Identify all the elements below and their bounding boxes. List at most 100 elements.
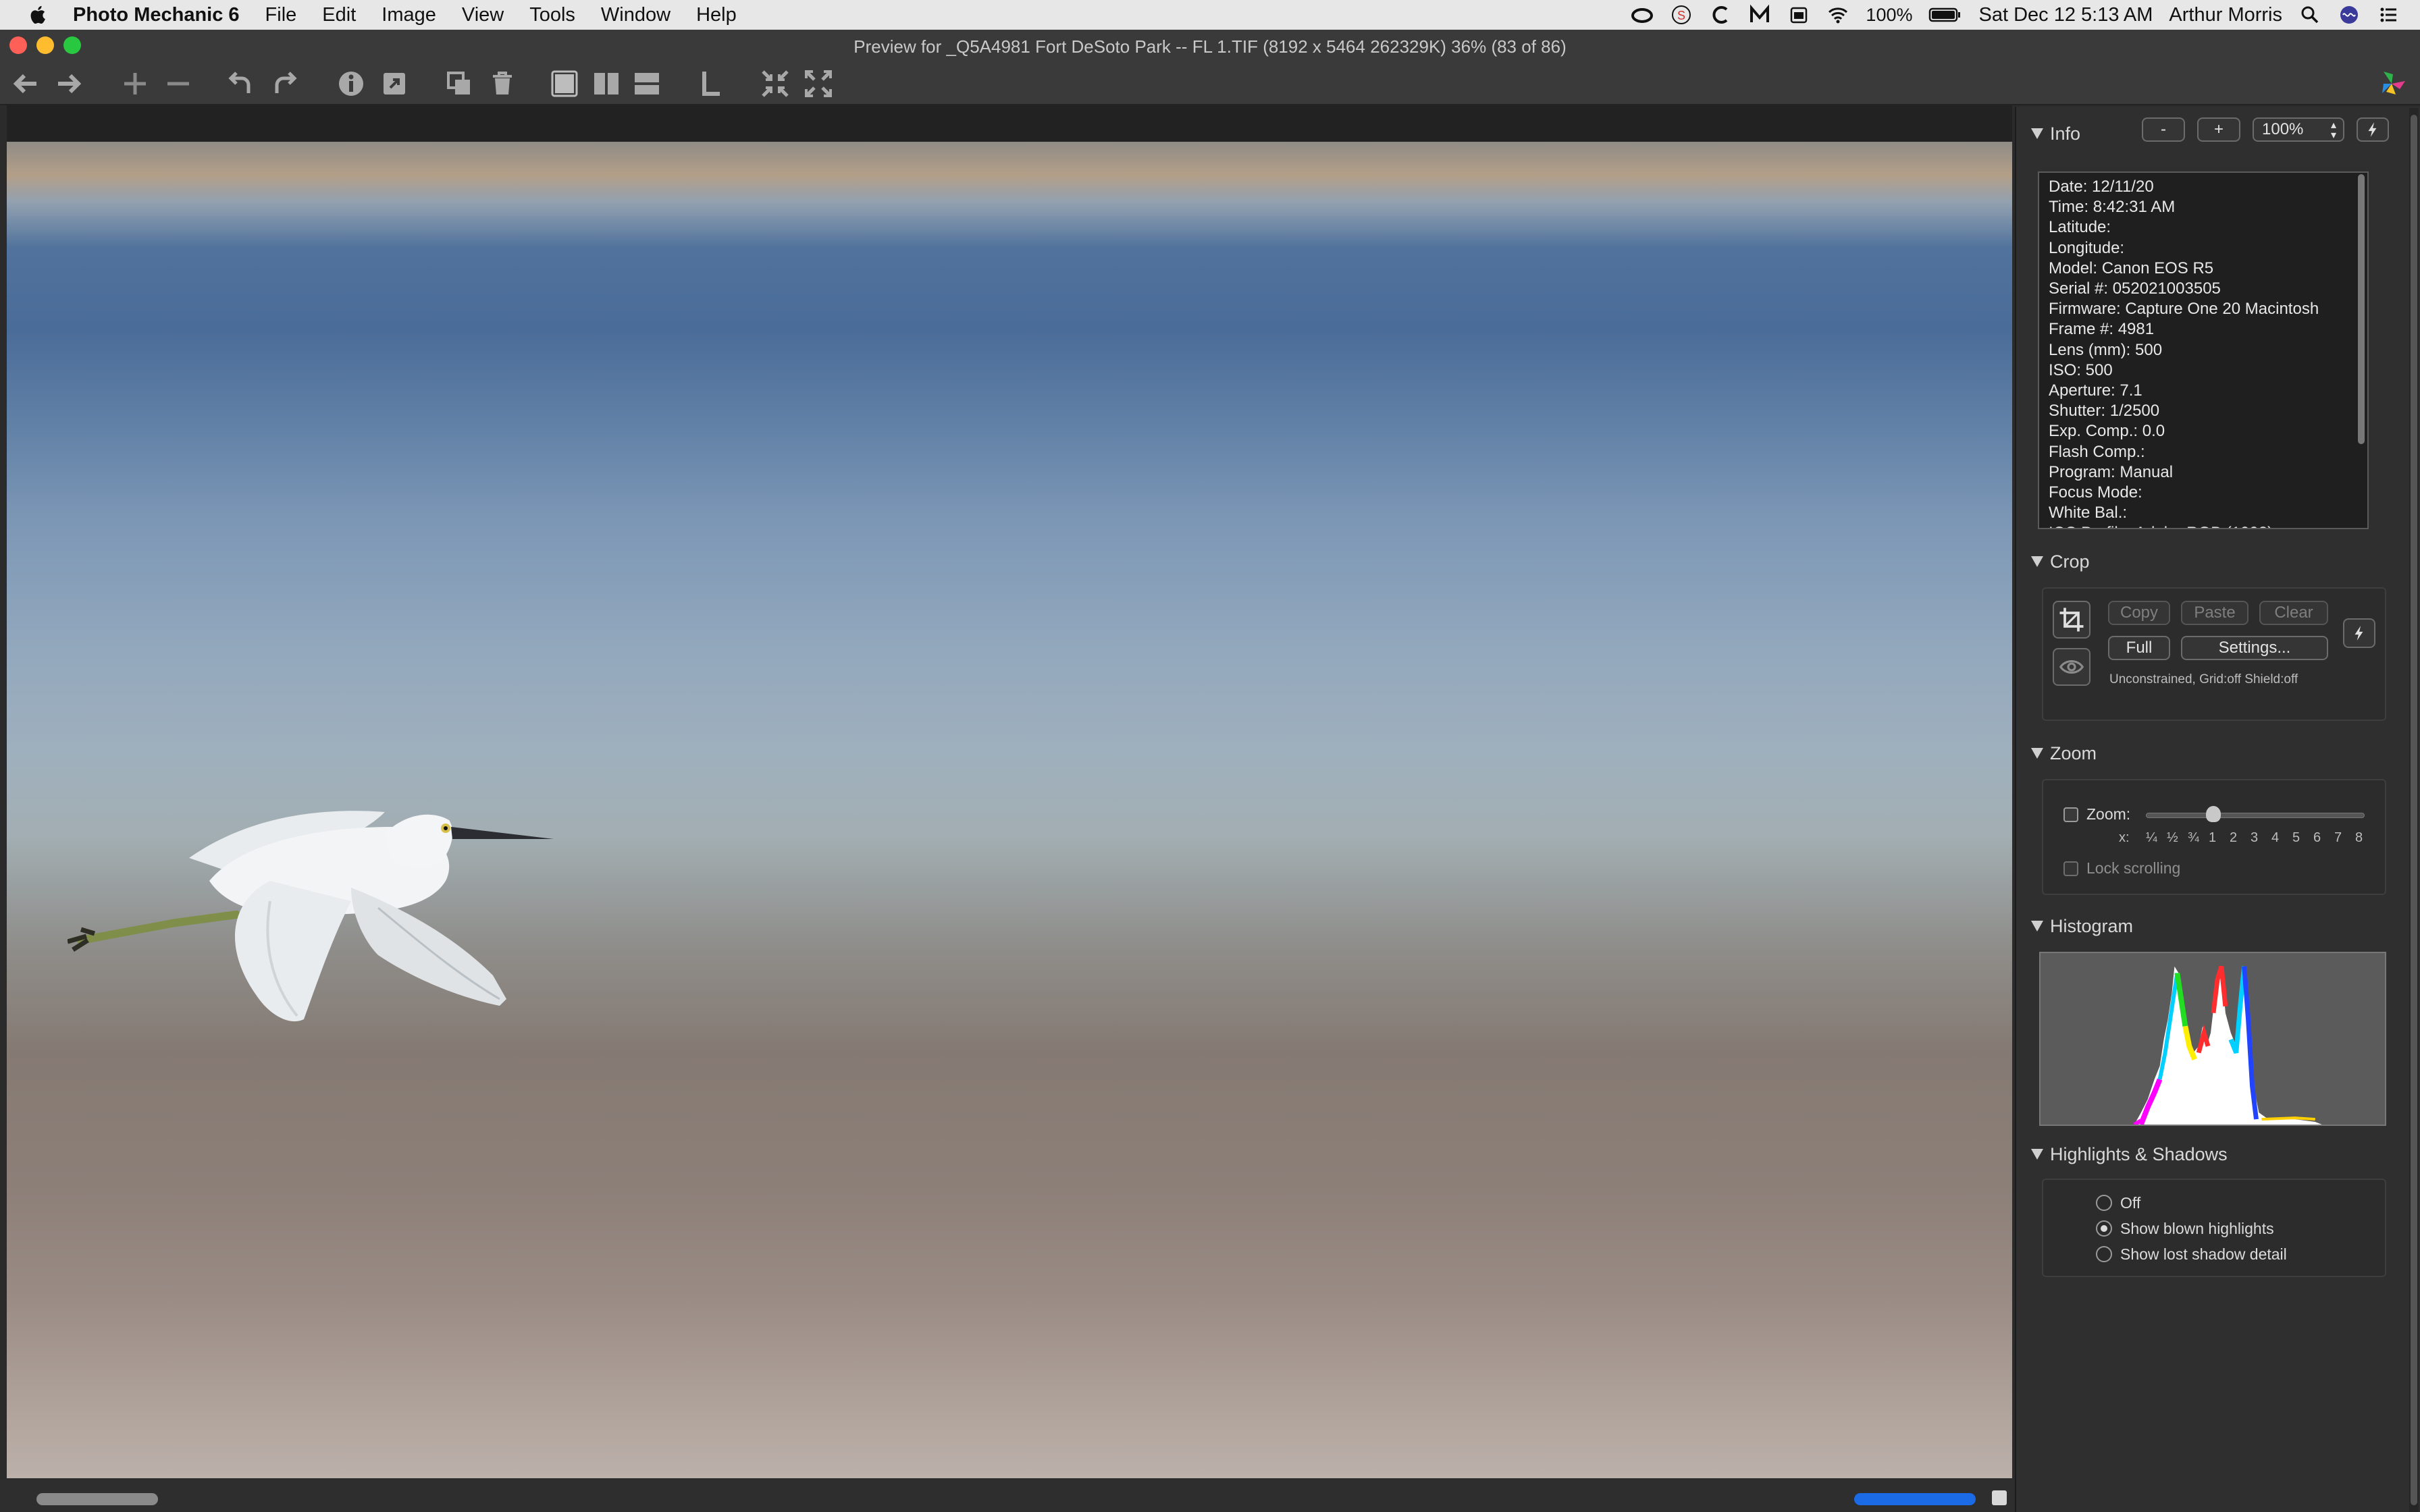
app-menu[interactable]: Photo Mechanic 6	[73, 4, 240, 26]
menu-view[interactable]: View	[462, 4, 504, 26]
crop-preview-button[interactable]	[2053, 648, 2090, 686]
crop-icon	[2059, 608, 2084, 632]
zoom-checkbox[interactable]	[2063, 807, 2078, 822]
creative-cloud-icon[interactable]	[1631, 3, 1654, 26]
expand-button[interactable]	[802, 68, 835, 100]
s-app-icon[interactable]: S	[1670, 3, 1693, 26]
menu-window[interactable]: Window	[601, 4, 670, 26]
histogram-section-header[interactable]: Histogram	[2031, 914, 2133, 938]
crop-copy-button[interactable]: Copy	[2108, 601, 2170, 625]
zoom-in-button[interactable]	[119, 68, 151, 100]
side-by-side-view-button[interactable]	[590, 68, 623, 100]
info-action-button[interactable]	[2357, 117, 2389, 142]
m-app-icon[interactable]	[1748, 3, 1771, 26]
info-button[interactable]	[335, 68, 367, 100]
show-lost-shadow-radio[interactable]	[2096, 1246, 2112, 1262]
menu-edit[interactable]: Edit	[322, 4, 356, 26]
zoom-slider-track[interactable]	[2146, 813, 2365, 818]
crop-action-button[interactable]	[2343, 618, 2375, 648]
resize-corner[interactable]	[1992, 1490, 2007, 1505]
clock[interactable]: Sat Dec 12 5:13 AM	[1978, 4, 2153, 26]
info-text-smaller-button[interactable]: -	[2142, 117, 2185, 142]
eye-icon	[2059, 660, 2084, 674]
crop-tool-button[interactable]	[2053, 601, 2090, 639]
crop-clear-button[interactable]: Clear	[2259, 601, 2328, 625]
zoom-tick: 3	[2251, 830, 2259, 845]
apple-menu-icon[interactable]	[27, 3, 50, 26]
zoom-out-button[interactable]	[162, 68, 194, 100]
highlights-shadows-panel: Off Show blown highlights Show lost shad…	[2042, 1179, 2386, 1277]
user-name[interactable]: Arthur Morris	[2169, 4, 2282, 26]
pinwheel-icon	[2382, 72, 2405, 94]
minus-icon	[167, 82, 189, 86]
zoom-panel: Zoom: x: ¼ ½ ¾ 1 2 3 4 5 6 7 8 Lock scro…	[2042, 779, 2386, 895]
photo-preview[interactable]	[7, 142, 2012, 1478]
menu-file[interactable]: File	[265, 4, 297, 26]
menu-image[interactable]: Image	[382, 4, 436, 26]
crop-section-header[interactable]: Crop	[2031, 549, 2090, 574]
next-photo-button[interactable]	[53, 68, 85, 100]
sidebar-scrollbar[interactable]	[2409, 108, 2419, 1512]
previous-photo-button[interactable]	[9, 68, 42, 100]
info-line: Firmware: Capture One 20 Macintosh	[2049, 300, 2319, 319]
highlights-shadows-section-title: Highlights & Shadows	[2050, 1143, 2228, 1164]
lock-scrolling-checkbox[interactable]	[2063, 861, 2078, 876]
delete-button[interactable]	[486, 68, 519, 100]
disclosure-triangle-icon	[2031, 1149, 2043, 1160]
menu-help[interactable]: Help	[696, 4, 737, 26]
edit-image-button[interactable]	[378, 68, 411, 100]
zoom-label: Zoom:	[2086, 805, 2131, 823]
colour-class-button[interactable]	[2375, 68, 2408, 100]
info-line: Focus Mode:	[2049, 483, 2142, 502]
zoom-ticks-prefix: x:	[2119, 830, 2130, 845]
siri-icon[interactable]	[2338, 3, 2361, 26]
info-line: Model: Canon EOS R5	[2049, 259, 2214, 277]
menu-tools[interactable]: Tools	[529, 4, 575, 26]
info-scrollbar[interactable]	[2358, 174, 2365, 444]
crop-full-button[interactable]: Full	[2108, 636, 2170, 660]
rotate-left-button[interactable]	[224, 68, 257, 100]
align-button[interactable]	[694, 68, 727, 100]
info-section-title: Info	[2050, 123, 2081, 144]
loading-progress-bar	[1854, 1493, 1976, 1505]
c-app-icon[interactable]	[1709, 3, 1732, 26]
stepper-arrows-icon: ▴ ▾	[2330, 119, 2336, 141]
info-zoom-select[interactable]: 100% ▴ ▾	[2253, 117, 2344, 142]
rotate-right-button[interactable]	[269, 68, 301, 100]
sidebar-scroll-thumb[interactable]	[2411, 115, 2417, 1505]
duplicate-icon	[447, 72, 470, 94]
highlight-off-radio[interactable]	[2096, 1195, 2112, 1211]
single-view-button[interactable]	[548, 68, 581, 100]
zoom-section-header[interactable]: Zoom	[2031, 741, 2097, 765]
calendar-icon[interactable]	[1787, 3, 1810, 26]
duplicate-button[interactable]	[443, 68, 475, 100]
notification-center-icon[interactable]	[2377, 3, 2400, 26]
histogram-graph	[2133, 965, 2322, 1127]
crop-settings-button[interactable]: Settings...	[2181, 636, 2328, 660]
info-section-header[interactable]: Info	[2031, 122, 2080, 146]
info-line: Date: 12/11/20	[2049, 178, 2154, 196]
zoom-tick: 1	[2209, 830, 2217, 845]
side-by-side-icon	[594, 73, 619, 94]
info-line: Flash Comp.:	[2049, 442, 2145, 461]
highlights-shadows-section-header[interactable]: Highlights & Shadows	[2031, 1142, 2228, 1166]
show-blown-highlights-radio[interactable]	[2096, 1220, 2112, 1237]
disclosure-triangle-icon	[2031, 128, 2043, 139]
zoom-slider-thumb[interactable]	[2206, 806, 2221, 822]
spotlight-search-icon[interactable]	[2298, 3, 2321, 26]
battery-icon[interactable]	[1928, 3, 1962, 26]
filmstrip-scroll-handle[interactable]	[36, 1493, 158, 1505]
shrink-button[interactable]	[759, 68, 791, 100]
crop-status-text: Unconstrained, Grid:off Shield:off	[2109, 672, 2298, 686]
stacked-view-button[interactable]	[631, 68, 663, 100]
info-text-larger-button[interactable]: +	[2197, 117, 2240, 142]
wifi-icon[interactable]	[1826, 3, 1849, 26]
zoom-tick: 6	[2313, 830, 2321, 845]
rotate-right-icon	[275, 72, 297, 93]
crop-paste-button[interactable]: Paste	[2181, 601, 2248, 625]
menu-bar: Photo Mechanic 6 File Edit Image View To…	[0, 0, 2420, 30]
info-line: ICC Profile: Adobe RGB (1998)	[2049, 523, 2358, 528]
info-metadata-text[interactable]: Date: 12/11/20 Time: 8:42:31 AM Latitude…	[2038, 171, 2369, 529]
zoom-tick: 4	[2271, 830, 2280, 845]
status-menus: S 100% Sat Dec 12 5:13 AM Arthur Morris	[1614, 0, 2400, 30]
